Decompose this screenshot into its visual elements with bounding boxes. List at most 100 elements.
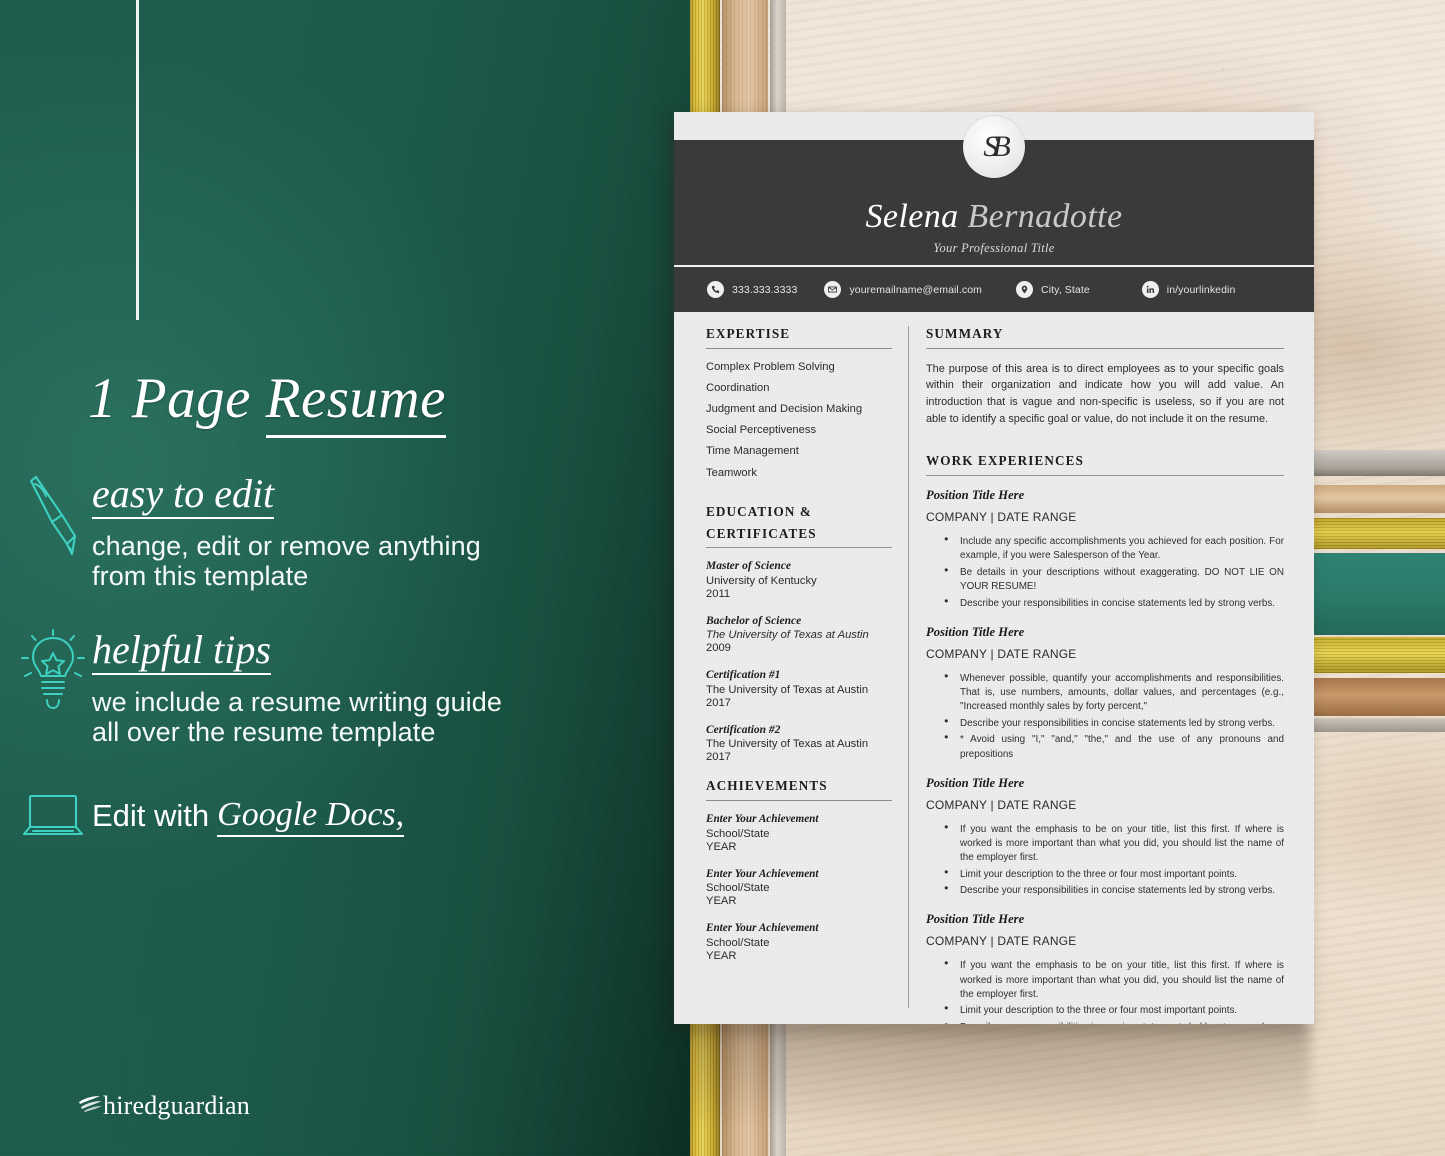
achievement-year: YEAR	[706, 840, 737, 853]
feature-text-block: helpful tips we include a resume writing…	[92, 628, 502, 747]
achievement-year: YEAR	[706, 949, 737, 962]
last-name: Bernadotte	[967, 198, 1123, 235]
work-rule	[926, 474, 1284, 476]
job-bullet-list: If you want the emphasis to be on your t…	[926, 822, 1284, 899]
location-pin-icon	[1016, 281, 1034, 298]
job-bullet-list: Whenever possible, quantify your accompl…	[926, 671, 1284, 762]
achievement-year: YEAR	[706, 895, 737, 908]
job-company-dates: COMPANY | DATE RANGE	[926, 509, 1077, 524]
job-position: Position Title Here	[926, 775, 1025, 790]
brand-name: hiredguardian	[103, 1090, 250, 1120]
shelf-band-tan-bottom	[1310, 678, 1445, 716]
job-position: Position Title Here	[926, 912, 1025, 927]
education-year: 2009	[706, 642, 731, 655]
promo-title: 1 Page Resume	[88, 366, 446, 438]
work-experience-section: WORK EXPERIENCES Position Title Here COM…	[926, 453, 1284, 1024]
achievement-school: School/State	[706, 882, 770, 895]
contact-email-value: youremailname@email.com	[849, 283, 983, 296]
job-bullet: Describe your responsibilities in concis…	[944, 716, 1284, 731]
job-bullet: If you want the emphasis to be on your t…	[944, 958, 1284, 1001]
achievement-school: School/State	[706, 936, 770, 949]
job-bullet: Describe your responsibilities in concis…	[944, 883, 1284, 898]
expertise-item: Social Perceptiveness	[706, 424, 817, 437]
job-bullet: Include any specific accomplishments you…	[944, 534, 1284, 563]
first-name: Selena	[865, 198, 959, 235]
achievement-item: Enter Your Achievement School/State YEAR	[706, 813, 892, 853]
promo-title-underlined: Resume	[265, 367, 446, 438]
brand-logo: hiredguardian	[78, 1090, 250, 1121]
job-company-dates: COMPANY | DATE RANGE	[926, 934, 1077, 949]
phone-icon	[707, 281, 724, 298]
job-bullet-list: If you want the emphasis to be on your t…	[926, 958, 1284, 1024]
fountain-pen-icon	[14, 472, 92, 560]
expertise-heading: EXPERTISE	[706, 326, 791, 341]
education-year: 2011	[706, 587, 731, 600]
achievements-heading: ACHIEVEMENTS	[706, 778, 828, 794]
achievements-section: ACHIEVEMENTS Enter Your Achievement Scho…	[706, 778, 892, 962]
promo-title-plain: 1 Page	[88, 367, 251, 430]
work-heading: WORK EXPERIENCES	[926, 453, 1084, 469]
education-degree: Bachelor of Science	[706, 614, 802, 627]
page-drop-shadow	[690, 1022, 1310, 1156]
job-bullet: Limit your description to the three or f…	[944, 1003, 1284, 1018]
expertise-item: Judgment and Decision Making	[706, 403, 863, 416]
resume-page: Selena Bernadotte Your Professional Titl…	[674, 112, 1314, 1024]
contact-phone[interactable]: 333.333.3333	[707, 281, 797, 298]
contact-divider	[674, 265, 1314, 267]
contact-linkedin[interactable]: in/yourlinkedin	[1141, 281, 1236, 298]
contact-email[interactable]: youremailname@email.com	[824, 281, 982, 298]
job-bullet: Whenever possible, quantify your accompl…	[944, 671, 1284, 714]
achievement-title: Enter Your Achievement	[706, 813, 819, 826]
achievement-school: School/State	[706, 827, 770, 840]
summary-text: The purpose of this area is to direct em…	[926, 362, 1284, 425]
education-item: Bachelor of Science The University of Te…	[706, 615, 892, 655]
education-item: Master of Science University of Kentucky…	[706, 560, 892, 600]
education-item: Certification #2 The University of Texas…	[706, 724, 892, 764]
listing-image: 1 Page Resume easy to edit change, edit …	[0, 0, 1445, 1156]
expertise-section: EXPERTISE Complex Problem Solving Coordi…	[706, 326, 892, 480]
shelf-band-gold-bottom	[1310, 637, 1445, 673]
achievement-title: Enter Your Achievement	[706, 922, 819, 935]
envelope-icon	[824, 281, 842, 298]
google-docs-row: Edit with Google Docs,	[14, 790, 405, 842]
achievements-rule	[706, 800, 892, 802]
resume-right-column: SUMMARY The purpose of this area is to d…	[926, 326, 1284, 1024]
contact-bar: 333.333.3333 youremailname@email.com Cit…	[674, 265, 1314, 312]
education-heading-line1: EDUCATION &	[706, 504, 813, 520]
expertise-item: Teamwork	[706, 466, 757, 479]
lightbulb-idea-icon	[14, 628, 92, 718]
job-bullet: Limit your description to the three or f…	[944, 867, 1284, 882]
education-heading-line2: CERTIFICATES	[706, 525, 817, 541]
education-org: The University of Texas at Austin	[706, 738, 869, 751]
job-company-dates: COMPANY | DATE RANGE	[926, 797, 1077, 812]
shelf-band-grey-bottom	[1310, 718, 1445, 732]
education-org: The University of Texas at Austin	[706, 629, 869, 642]
resume-name: Selena Bernadotte	[674, 198, 1314, 236]
expertise-item: Time Management	[706, 445, 799, 458]
achievement-item: Enter Your Achievement School/State YEAR	[706, 922, 892, 962]
expertise-item: Complex Problem Solving	[706, 360, 835, 373]
job-position: Position Title Here	[926, 624, 1025, 639]
feature-heading: easy to edit	[92, 473, 275, 519]
job-bullet: Describe your responsibilities in concis…	[944, 596, 1284, 611]
job-bullet: Describe your responsibilities in concis…	[944, 1020, 1284, 1024]
education-degree: Certification #1	[706, 669, 781, 682]
google-docs-label: Edit with	[92, 798, 210, 833]
education-item: Certification #1 The University of Texas…	[706, 669, 892, 709]
feature-body: we include a resume writing guide all ov…	[92, 686, 503, 748]
education-year: 2017	[706, 751, 731, 764]
job-company-dates: COMPANY | DATE RANGE	[926, 646, 1077, 661]
education-degree: Master of Science	[706, 560, 791, 573]
linkedin-icon	[1141, 281, 1159, 298]
shelf-band-gold-top	[1310, 518, 1445, 549]
job-bullet-list: Include any specific accomplishments you…	[926, 534, 1284, 611]
education-org: The University of Texas at Austin	[706, 683, 869, 696]
education-org: University of Kentucky	[706, 574, 817, 587]
contact-location[interactable]: City, State	[1016, 281, 1090, 298]
monogram-badge: SB	[963, 116, 1025, 178]
google-docs-link[interactable]: Google Docs,	[217, 796, 405, 837]
job-position: Position Title Here	[926, 487, 1025, 502]
education-year: 2017	[706, 696, 731, 709]
column-divider	[908, 326, 909, 1008]
education-section: EDUCATION & CERTIFICATES Master of Scien…	[706, 504, 892, 763]
